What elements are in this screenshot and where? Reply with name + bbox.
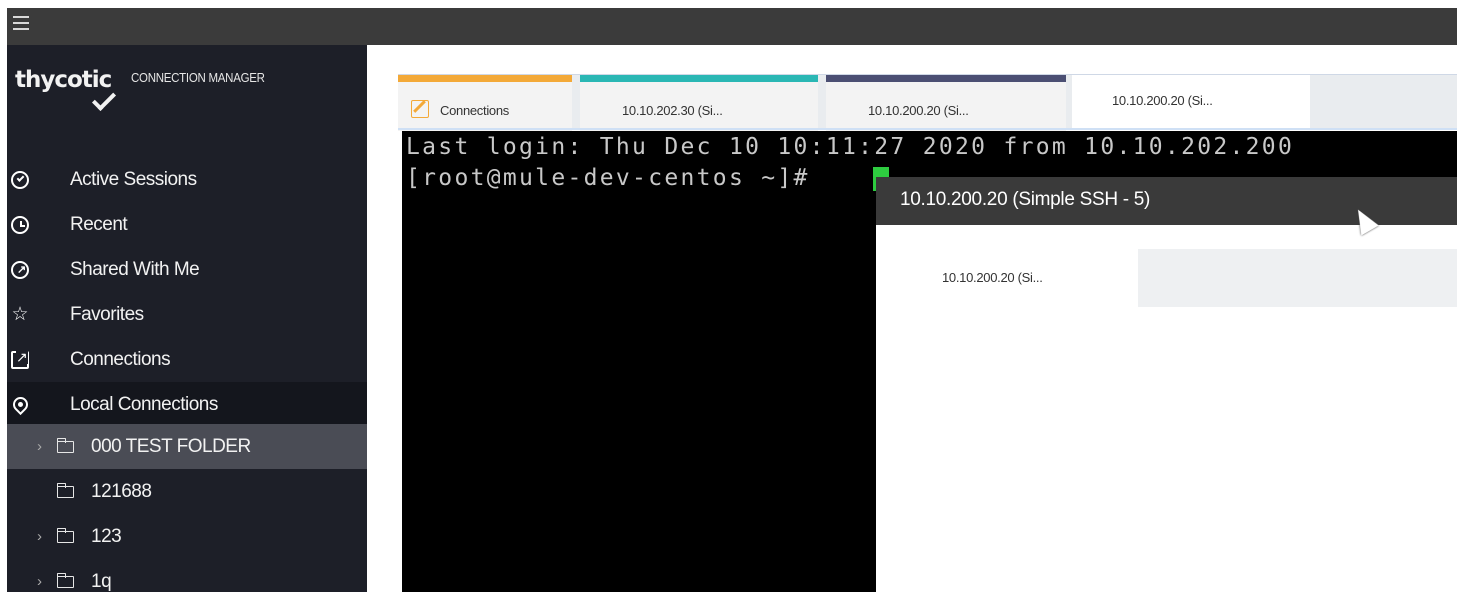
chevron-right-icon[interactable]: › <box>37 528 42 545</box>
sidebar-item-label: Connections <box>70 348 171 370</box>
sidebar-item-label: Local Connections <box>70 393 218 415</box>
sidebar-item-label: Active Sessions <box>70 168 197 190</box>
location-pin-icon <box>9 393 31 416</box>
sidebar-item-connections[interactable]: ↗ Connections <box>7 337 367 382</box>
tree-item[interactable]: › 123 <box>7 514 367 559</box>
tab-label: Connections <box>440 103 509 118</box>
brand-subtitle: CONNECTION MANAGER <box>131 71 265 85</box>
tab-label: 10.10.200.20 (Si... <box>1112 93 1213 108</box>
edit-icon <box>411 100 429 118</box>
terminal-prompt: [root@mule-dev-centos ~]# <box>406 165 826 191</box>
star-icon: ☆ <box>11 304 29 325</box>
tree-item[interactable]: › 1q <box>7 559 367 592</box>
sidebar-item-label: Recent <box>70 213 128 235</box>
tab-label: 10.10.202.30 (Si... <box>622 103 723 118</box>
dialog-tab-bar: 10.10.200.20 (Si... <box>900 249 1457 307</box>
top-bar <box>7 8 1457 45</box>
sidebar-item-local-connections[interactable]: Local Connections <box>7 382 367 427</box>
tree-item-label: 000 TEST FOLDER <box>91 435 251 457</box>
folder-icon <box>56 482 74 498</box>
tree-item-label: 121688 <box>91 480 152 502</box>
clock-icon <box>10 215 30 235</box>
brand-name: thycotic <box>15 67 112 93</box>
sidebar-item-recent[interactable]: Recent <box>7 202 367 247</box>
external-link-icon: ↗ <box>10 349 30 370</box>
tab-session-3[interactable]: 10.10.200.20 (Si... <box>1072 75 1310 131</box>
sidebar-item-active-sessions[interactable]: Active Sessions <box>7 157 367 202</box>
hamburger-icon[interactable] <box>13 16 29 30</box>
tree-item[interactable]: › 000 TEST FOLDER <box>7 424 367 469</box>
tab-bar: Connections 10.10.202.30 (Si... 10.10.20… <box>398 74 1457 131</box>
tab-color-stripe <box>398 75 572 82</box>
folder-icon <box>56 572 74 588</box>
sidebar-item-favorites[interactable]: ☆ Favorites <box>7 292 367 337</box>
tree-item-label: 123 <box>91 525 122 547</box>
tab-underline <box>398 128 1457 130</box>
dialog-title: 10.10.200.20 (Simple SSH - 5) <box>900 189 1151 210</box>
window-top-edge <box>7 0 1457 8</box>
dialog-body <box>900 307 1457 592</box>
sidebar-item-shared-with-me[interactable]: ↗ Shared With Me <box>7 247 367 292</box>
tree-item[interactable]: 121688 <box>7 469 367 514</box>
check-circle-icon <box>10 170 30 190</box>
tab-label: 10.10.200.20 (Si... <box>868 103 969 118</box>
window-edge <box>0 0 7 592</box>
sidebar: thycotic CONNECTION MANAGER Active Sessi… <box>7 45 367 592</box>
sidebar-item-label: Favorites <box>70 303 144 325</box>
tab-color-stripe <box>1072 75 1310 82</box>
share-circle-icon: ↗ <box>10 260 30 280</box>
brand-logo: thycotic CONNECTION MANAGER <box>15 67 277 112</box>
folder-icon <box>56 437 74 453</box>
tab-color-stripe <box>580 75 818 82</box>
folder-icon <box>56 527 74 543</box>
tab-connections[interactable]: Connections <box>398 75 572 131</box>
tab-color-stripe <box>826 75 1066 82</box>
tab-session-2[interactable]: 10.10.200.20 (Si... <box>826 75 1066 131</box>
sidebar-item-label: Shared With Me <box>70 258 200 280</box>
session-dialog: 10.10.200.20 (Simple SSH - 5) 10.10.200.… <box>876 177 1457 592</box>
tree-item-label: 1q <box>91 570 112 592</box>
chevron-right-icon[interactable]: › <box>37 438 42 455</box>
tab-session-1[interactable]: 10.10.202.30 (Si... <box>580 75 818 131</box>
chevron-right-icon[interactable]: › <box>37 573 42 590</box>
terminal-line: Last login: Thu Dec 10 10:11:27 2020 fro… <box>406 134 1295 160</box>
dialog-tab-label: 10.10.200.20 (Si... <box>942 270 1043 285</box>
dialog-tab[interactable]: 10.10.200.20 (Si... <box>900 249 1138 307</box>
sidebar-nav: Active Sessions Recent ↗ Shared With Me … <box>7 157 367 427</box>
folder-tree: › 000 TEST FOLDER 121688 › 123 › 1q <box>7 424 367 592</box>
